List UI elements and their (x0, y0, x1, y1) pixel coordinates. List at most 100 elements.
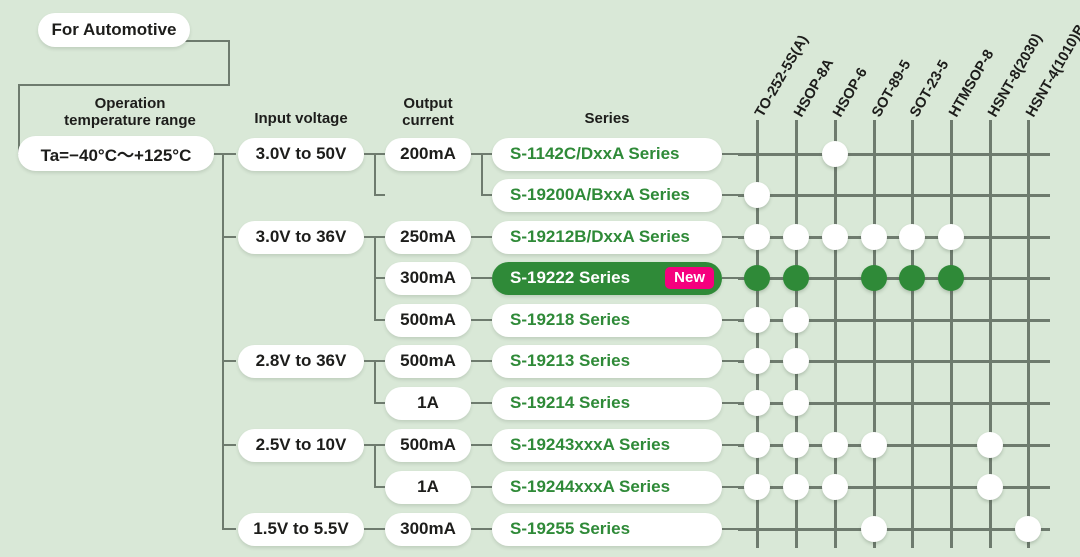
package-dot-r6-c1 (783, 390, 809, 416)
package-dot-r7-c6 (977, 432, 1003, 458)
output-current-pill-5[interactable]: 1A (385, 386, 471, 420)
current-bracket-arm-7 (481, 486, 492, 488)
series-pill-3[interactable]: S-19222 Series New (492, 261, 722, 295)
output-current-label: 500mA (400, 435, 456, 454)
series-name: S-19218 Series (510, 310, 631, 329)
voltage-bracket-spine-2 (374, 360, 376, 404)
grid-line-horizontal-9 (738, 528, 1050, 531)
output-current-pill-6[interactable]: 500mA (385, 428, 471, 462)
voltage-tick-4 (222, 528, 236, 530)
grid-line-horizontal-1 (738, 194, 1050, 197)
grid-line-horizontal-8 (738, 486, 1050, 489)
package-dot-r2-c0 (744, 224, 770, 250)
output-current-label: 300mA (400, 519, 456, 538)
grid-line-vertical-2 (834, 120, 837, 548)
header-output-current: Output current (402, 95, 454, 129)
package-dot-r0-c2 (822, 141, 848, 167)
output-current-pill-8[interactable]: 300mA (385, 512, 471, 546)
input-voltage-pill-4[interactable]: 1.5V to 5.5V (238, 512, 364, 546)
current-bracket-arm-2 (481, 277, 492, 279)
package-dot-r7-c1 (783, 432, 809, 458)
output-current-pill-3[interactable]: 500mA (385, 303, 471, 337)
voltage-tick-3 (222, 444, 236, 446)
voltage-bracket-arm-1-5 (374, 319, 385, 321)
grid-line-horizontal-0 (738, 153, 1050, 156)
series-name: S-19212B/DxxA Series (510, 227, 690, 246)
series-pill-0[interactable]: S-1142C/DxxA Series (492, 137, 722, 171)
series-name: S-19200A/BxxA Series (510, 185, 690, 204)
for-automotive-tag[interactable]: For Automotive (38, 13, 190, 47)
series-name: S-19244xxxA Series (510, 477, 671, 496)
package-dot-r7-c0 (744, 432, 770, 458)
output-current-pill-4[interactable]: 500mA (385, 344, 471, 378)
grid-line-vertical-3 (873, 120, 876, 548)
product-selection-chart: For Automotive Operation temperature ran… (0, 0, 1080, 557)
series-name: S-19243xxxA Series (510, 435, 671, 454)
series-pill-9[interactable]: S-19255 Series (492, 512, 722, 546)
output-current-label: 500mA (400, 351, 456, 370)
grid-line-horizontal-5 (738, 360, 1050, 363)
package-dot-r2-c5 (938, 224, 964, 250)
series-pill-7[interactable]: S-19243xxxA Series (492, 428, 722, 462)
series-to-grid-3 (722, 277, 738, 279)
package-dot-r2-c1 (783, 224, 809, 250)
series-pill-6[interactable]: S-19214 Series (492, 386, 722, 420)
series-name: S-1142C/DxxA Series (510, 144, 680, 163)
operation-temperature-pill[interactable]: Ta=−40°C～+125°C (18, 136, 214, 171)
voltage-bracket-arm-0-1 (374, 153, 385, 155)
output-current-pill-2[interactable]: 300mA (385, 261, 471, 295)
grid-line-vertical-0 (756, 120, 759, 548)
series-name: S-19222 Series (510, 268, 631, 287)
package-dot-r2-c2 (822, 224, 848, 250)
output-current-pill-7[interactable]: 1A (385, 470, 471, 504)
series-pill-4[interactable]: S-19218 Series (492, 303, 722, 337)
output-current-label: 1A (417, 393, 439, 412)
package-dot-r3-c5 (938, 265, 964, 291)
new-badge: New (665, 267, 714, 289)
output-current-label: 500mA (400, 310, 456, 329)
for-automotive-label: For Automotive (51, 20, 177, 39)
package-dot-r3-c1 (783, 265, 809, 291)
grid-line-horizontal-3 (738, 277, 1050, 280)
current-bracket-arm-5 (481, 402, 492, 404)
output-current-label: 1A (417, 477, 439, 496)
grid-line-vertical-1 (795, 120, 798, 548)
series-to-grid-4 (722, 319, 738, 321)
series-to-grid-1 (722, 194, 738, 196)
series-pill-5[interactable]: S-19213 Series (492, 344, 722, 378)
connector-voltage-trunk (222, 153, 224, 530)
grid-line-horizontal-6 (738, 402, 1050, 405)
series-pill-2[interactable]: S-19212B/DxxA Series (492, 220, 722, 254)
connector-automotive-vertical (228, 40, 230, 86)
package-dot-r4-c1 (783, 307, 809, 333)
series-to-grid-8 (722, 486, 738, 488)
current-bracket-arm-4 (481, 360, 492, 362)
series-to-grid-9 (722, 528, 738, 530)
header-series: Series (584, 110, 630, 127)
series-pill-8[interactable]: S-19244xxxA Series (492, 470, 722, 504)
grid-line-vertical-6 (989, 120, 992, 548)
input-voltage-pill-2[interactable]: 2.8V to 36V (238, 344, 364, 378)
series-to-grid-5 (722, 360, 738, 362)
output-current-pill-1[interactable]: 250mA (385, 220, 471, 254)
package-dot-r3-c4 (899, 265, 925, 291)
series-pill-1[interactable]: S-19200A/BxxA Series (492, 178, 722, 212)
operation-temperature-value: Ta=−40°C～+125°C (40, 146, 192, 165)
voltage-tick-1 (222, 236, 236, 238)
package-dot-r8-c6 (977, 474, 1003, 500)
grid-line-horizontal-7 (738, 444, 1050, 447)
series-to-grid-6 (722, 402, 738, 404)
input-voltage-pill-3[interactable]: 2.5V to 10V (238, 428, 364, 462)
grid-line-horizontal-2 (738, 236, 1050, 239)
output-current-pill-0[interactable]: 200mA (385, 137, 471, 171)
input-voltage-pill-1[interactable]: 3.0V to 36V (238, 220, 364, 254)
input-voltage-pill-0[interactable]: 3.0V to 50V (238, 137, 364, 171)
series-to-grid-7 (722, 444, 738, 446)
package-dot-r7-c3 (861, 432, 887, 458)
grid-line-vertical-4 (911, 120, 914, 548)
input-voltage-label: 2.5V to 10V (255, 435, 347, 454)
grid-line-vertical-7 (1027, 120, 1030, 548)
package-dot-r4-c0 (744, 307, 770, 333)
current-bracket-arm-0-2 (481, 194, 492, 196)
package-dot-r3-c0 (744, 265, 770, 291)
